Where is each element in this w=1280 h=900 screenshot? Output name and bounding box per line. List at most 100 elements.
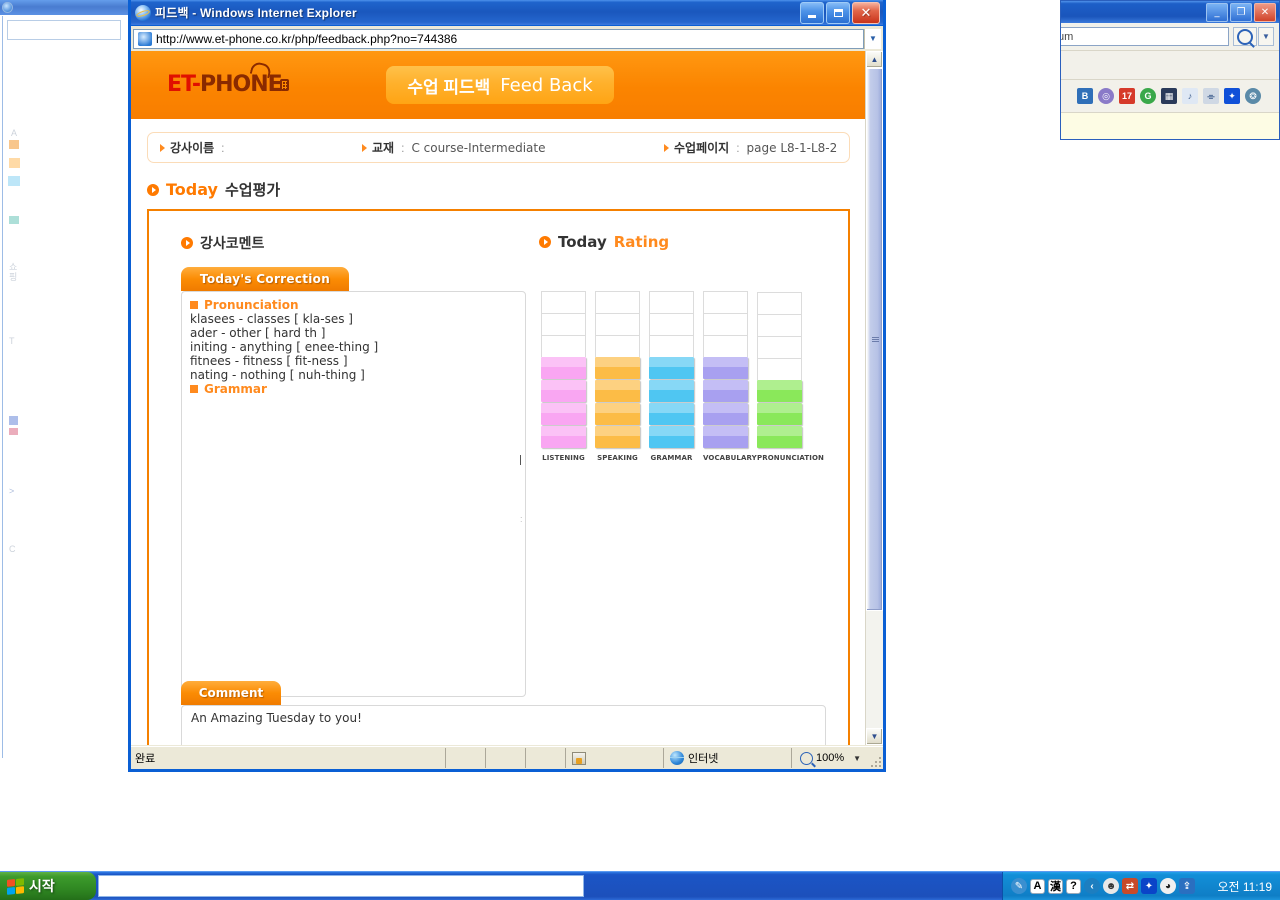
scrollbar-thumb[interactable]	[866, 68, 883, 611]
background-right-toolbar[interactable]: B ◎ 17 G ▦ ♪ ⌯ ✦ ❂	[1061, 80, 1279, 113]
photo-icon[interactable]: ▦	[1161, 88, 1177, 104]
breadcrumb-item-page: 수업페이지 : page L8-1-L8-2	[652, 139, 837, 156]
flashlight-icon[interactable]: ⌯	[1203, 88, 1219, 104]
search-button[interactable]	[1233, 27, 1257, 46]
logo-et: ET	[167, 72, 193, 97]
page-title-korean: 수업 피드백	[407, 77, 491, 97]
background-window-right[interactable]: _ ❐ ✕ um ▼ B ◎ 17 G ▦ ♪ ⌯ ✦ ❂	[1060, 0, 1280, 140]
background-window-left[interactable]: A 쇼 핑 T > C	[0, 0, 128, 760]
rating-heading-today: Today	[558, 233, 607, 251]
square-bullet-icon	[190, 301, 198, 309]
minimize-button[interactable]: _	[1206, 3, 1228, 22]
address-input[interactable]: http://www.et-phone.co.kr/php/feedback.p…	[133, 28, 864, 49]
network-icon[interactable]: ⇄	[1122, 878, 1138, 894]
status-zone-cell[interactable]: 인터넷	[663, 748, 791, 768]
page-title-english: Feed Back	[500, 74, 593, 96]
antivirus-icon[interactable]: ◕	[1160, 878, 1176, 894]
minimize-button[interactable]	[800, 2, 824, 24]
ghost-text: A	[11, 128, 18, 138]
ime-hanja-icon[interactable]: 漢	[1048, 878, 1063, 894]
close-button[interactable]: ✕	[1254, 3, 1276, 22]
taskbar-clock[interactable]: 오전 11:19	[1217, 878, 1272, 895]
breadcrumb-label: 강사이름	[170, 141, 215, 155]
correction-group-title: Grammar	[204, 382, 267, 396]
page-title-badge: 수업 피드백 Feed Back	[386, 66, 614, 104]
taskbar-task-area[interactable]	[98, 875, 584, 897]
breadcrumb-label: 수업페이지	[674, 141, 730, 155]
breadcrumb-separator: :	[736, 140, 740, 155]
site-header: ET-PHONE 수업 피드백 Feed Back	[131, 51, 866, 119]
background-left-address-bar[interactable]	[7, 20, 121, 40]
share-icon[interactable]: ❂	[1245, 88, 1261, 104]
bb-icon[interactable]: B	[1077, 88, 1093, 104]
compass-icon[interactable]: ◎	[1098, 88, 1114, 104]
search-input-value: um	[1061, 31, 1074, 43]
teacher-comment-heading: 강사코멘트	[181, 233, 533, 253]
feedback-panel: 강사코멘트 Today's Correction Pronunciation k…	[147, 209, 850, 745]
ghost-block	[9, 140, 19, 149]
back-arrow-icon[interactable]: ‹	[1084, 878, 1100, 894]
scroll-down-button[interactable]: ▼	[866, 728, 883, 745]
search-dropdown-button[interactable]: ▼	[1258, 27, 1274, 46]
breadcrumb-separator: :	[401, 140, 405, 155]
restore-button[interactable]	[826, 2, 850, 24]
comment-text: An Amazing Tuesday to you!	[191, 711, 362, 725]
security-report-icon[interactable]	[572, 751, 586, 765]
calendar-icon[interactable]: 17	[1119, 88, 1135, 104]
rating-cell-filled	[595, 426, 640, 448]
background-right-titlebar[interactable]: _ ❐ ✕	[1061, 1, 1279, 23]
rating-column	[595, 291, 640, 449]
start-button-label: 시작	[29, 878, 55, 894]
ime-a-icon[interactable]: A	[1030, 878, 1045, 894]
ghost-text: >	[9, 486, 15, 496]
g-icon[interactable]: G	[1140, 88, 1156, 104]
logo-dot: -	[191, 72, 201, 97]
page-viewport: ET-PHONE 수업 피드백 Feed Back 강사이름: 교재: C …	[131, 51, 883, 745]
rating-cell-empty	[703, 313, 748, 335]
music-icon[interactable]: ♪	[1182, 88, 1198, 104]
rating-cell-filled	[595, 380, 640, 402]
address-value: http://www.et-phone.co.kr/php/feedback.p…	[156, 31, 458, 46]
rating-cell-empty	[649, 313, 694, 335]
section-title-kr: 수업평가	[224, 182, 281, 199]
chevron-down-icon[interactable]: ▼	[853, 754, 861, 763]
internet-explorer-window[interactable]: 피드백 - Windows Internet Explorer ✕ http:/…	[128, 0, 886, 772]
arrow-bullet-icon	[147, 183, 159, 196]
tab-comment[interactable]: Comment	[181, 681, 281, 705]
breadcrumb-separator: :	[221, 140, 225, 155]
ghost-block	[9, 158, 20, 168]
close-button[interactable]: ✕	[852, 2, 880, 24]
chevron-down-icon: ▼	[1262, 32, 1270, 41]
resize-grip-icon[interactable]	[869, 755, 881, 767]
bluetooth-icon[interactable]: ✦	[1224, 88, 1240, 104]
rating-cell-filled	[703, 403, 748, 425]
background-left-titlebar[interactable]	[0, 0, 128, 15]
search-input[interactable]: um	[1061, 27, 1229, 46]
comment-textarea[interactable]: An Amazing Tuesday to you!	[181, 705, 826, 745]
rating-cell-filled	[595, 357, 640, 379]
rating-axis-label: VOCABULARY	[703, 454, 757, 462]
rating-cell-filled	[757, 403, 802, 425]
start-button[interactable]: 시작	[0, 872, 96, 900]
status-state-label: 완료	[135, 753, 156, 765]
status-cell	[485, 748, 525, 768]
messenger-icon[interactable]: ☻	[1103, 878, 1119, 894]
breadcrumb-item-book: 교재 : C course-Intermediate	[350, 139, 652, 156]
update-icon[interactable]: ⇪	[1179, 878, 1195, 894]
rating-cell-empty	[757, 358, 802, 380]
rating-cell-filled	[703, 426, 748, 448]
browser-titlebar[interactable]: 피드백 - Windows Internet Explorer ✕	[131, 0, 883, 26]
restore-button[interactable]: ❐	[1230, 3, 1252, 22]
correction-textarea[interactable]: Pronunciation klasees - classes [ kla-se…	[181, 291, 526, 697]
ime-help-icon[interactable]: ?	[1066, 878, 1081, 894]
chevron-right-icon	[664, 143, 669, 152]
bluetooth-icon[interactable]: ✦	[1141, 878, 1157, 894]
tab-todays-correction[interactable]: Today's Correction	[181, 267, 349, 291]
page-body: 강사이름 : 교재 : C course-Intermediate 수업페이지 …	[131, 119, 866, 745]
arrow-bullet-icon	[539, 236, 551, 248]
paint-icon[interactable]: ✎	[1011, 878, 1027, 894]
page-scrollbar[interactable]: ▲ ▼	[865, 51, 883, 745]
scroll-up-button[interactable]: ▲	[866, 51, 883, 68]
ghost-text: T	[9, 336, 15, 346]
address-dropdown-button[interactable]: ▼	[864, 28, 881, 49]
